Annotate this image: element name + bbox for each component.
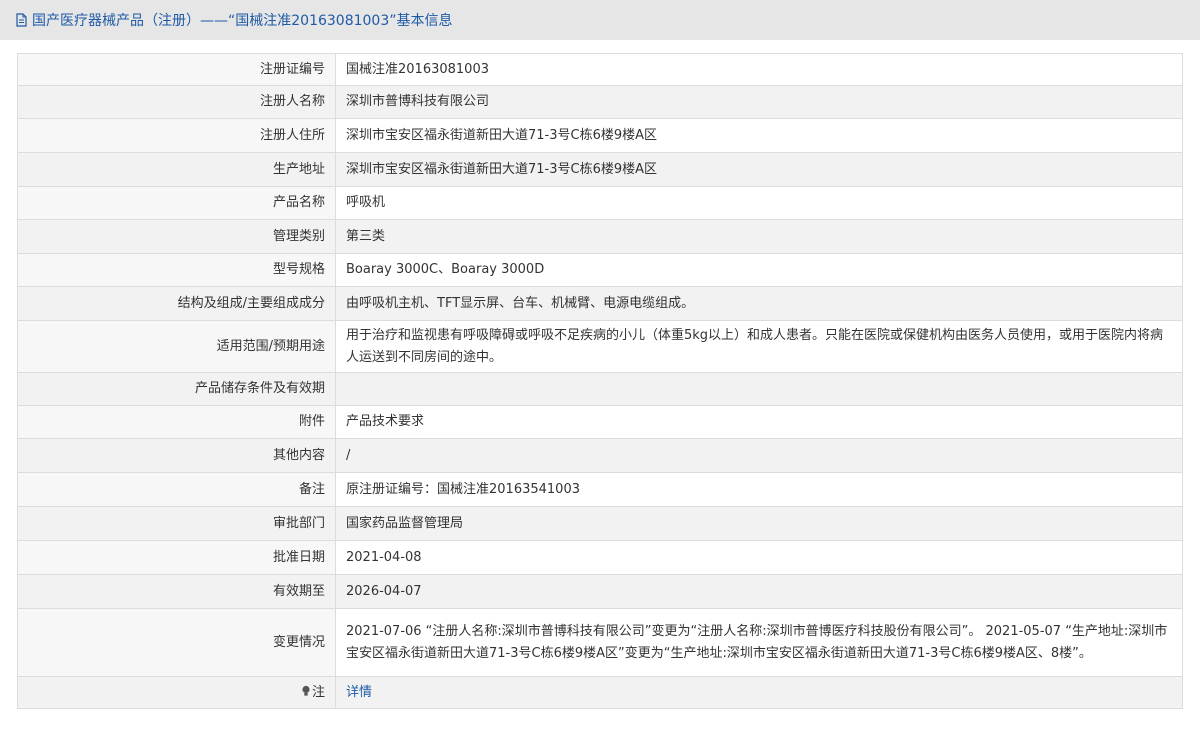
details-link[interactable]: 详情 <box>346 685 372 700</box>
field-label: 产品名称 <box>17 186 336 220</box>
table-row: 附件 产品技术要求 <box>17 405 1183 439</box>
table-row: 备注 原注册证编号：国械注准20163541003 <box>17 472 1183 507</box>
table-row: 注册证编号 国械注准20163081003 <box>17 53 1183 86</box>
field-value: / <box>335 438 1183 473</box>
field-label: 注册人住所 <box>17 118 336 153</box>
note-label: 注 <box>311 684 325 700</box>
table-row: 结构及组成/主要组成成分 由呼吸机主机、TFT显示屏、台车、机械臂、电源电缆组成。 <box>17 286 1183 321</box>
field-value <box>335 372 1183 406</box>
field-value: 深圳市普博科技有限公司 <box>335 85 1183 119</box>
field-label: 审批部门 <box>17 506 336 541</box>
field-label: 附件 <box>17 405 336 439</box>
document-icon <box>16 13 27 27</box>
page-header: 国产医疗器械产品（注册）——“国械注准20163081003”基本信息 <box>0 0 1200 40</box>
info-table: 注册证编号 国械注准20163081003 注册人名称 深圳市普博科技有限公司 注册人住… <box>17 53 1183 709</box>
table-row: 产品名称 呼吸机 <box>17 186 1183 220</box>
field-label: 批准日期 <box>17 540 336 575</box>
field-label: 注册人名称 <box>17 85 336 119</box>
table-row: 型号规格 Boaray 3000C、Boaray 3000D <box>17 253 1183 287</box>
field-value: 国械注准20163081003 <box>335 53 1183 86</box>
table-row: 变更情况 2021-07-06 “注册人名称:深圳市普博科技有限公司”变更为“注册… <box>17 608 1183 677</box>
field-value: 由呼吸机主机、TFT显示屏、台车、机械臂、电源电缆组成。 <box>335 286 1183 321</box>
field-value: 原注册证编号：国械注准20163541003 <box>335 472 1183 507</box>
note-label-cell: 注 <box>17 676 336 709</box>
field-label: 结构及组成/主要组成成分 <box>17 286 336 321</box>
field-label: 生产地址 <box>17 152 336 187</box>
field-value: 用于治疗和监视患有呼吸障碍或呼吸不足疾病的小儿（体重5kg以上）和成人患者。只能… <box>335 320 1183 373</box>
table-row: 批准日期 2021-04-08 <box>17 540 1183 575</box>
field-value: 第三类 <box>335 219 1183 254</box>
table-row: 注册人名称 深圳市普博科技有限公司 <box>17 85 1183 119</box>
field-value: 2021-04-08 <box>335 540 1183 575</box>
table-row: 生产地址 深圳市宝安区福永街道新田大道71-3号C栋6楼9楼A区 <box>17 152 1183 187</box>
table-row: 产品储存条件及有效期 <box>17 372 1183 406</box>
lightbulb-icon <box>302 685 310 696</box>
field-label: 型号规格 <box>17 253 336 287</box>
field-value: 2026-04-07 <box>335 574 1183 609</box>
table-row: 适用范围/预期用途 用于治疗和监视患有呼吸障碍或呼吸不足疾病的小儿（体重5kg以上… <box>17 320 1183 373</box>
field-value: 呼吸机 <box>335 186 1183 220</box>
field-value: 产品技术要求 <box>335 405 1183 439</box>
field-label: 变更情况 <box>17 608 336 677</box>
info-panel: 注册证编号 国械注准20163081003 注册人名称 深圳市普博科技有限公司 注册人住… <box>0 40 1200 750</box>
table-row: 审批部门 国家药品监督管理局 <box>17 506 1183 541</box>
table-row: 管理类别 第三类 <box>17 219 1183 254</box>
page-title: 国产医疗器械产品（注册）——“国械注准20163081003”基本信息 <box>32 13 453 29</box>
field-label: 管理类别 <box>17 219 336 254</box>
field-label: 注册证编号 <box>17 53 336 86</box>
field-label: 产品储存条件及有效期 <box>17 372 336 406</box>
field-value: 深圳市宝安区福永街道新田大道71-3号C栋6楼9楼A区 <box>335 152 1183 187</box>
field-value: Boaray 3000C、Boaray 3000D <box>335 253 1183 287</box>
table-row-note: 注 详情 <box>17 676 1183 709</box>
field-label: 备注 <box>17 472 336 507</box>
note-value-cell: 详情 <box>335 676 1183 709</box>
field-value: 国家药品监督管理局 <box>335 506 1183 541</box>
field-value: 2021-07-06 “注册人名称:深圳市普博科技有限公司”变更为“注册人名称:… <box>335 608 1183 677</box>
table-row: 注册人住所 深圳市宝安区福永街道新田大道71-3号C栋6楼9楼A区 <box>17 118 1183 153</box>
field-label: 适用范围/预期用途 <box>17 320 336 373</box>
field-label: 其他内容 <box>17 438 336 473</box>
field-label: 有效期至 <box>17 574 336 609</box>
table-row: 有效期至 2026-04-07 <box>17 574 1183 609</box>
field-value: 深圳市宝安区福永街道新田大道71-3号C栋6楼9楼A区 <box>335 118 1183 153</box>
table-row: 其他内容 / <box>17 438 1183 473</box>
